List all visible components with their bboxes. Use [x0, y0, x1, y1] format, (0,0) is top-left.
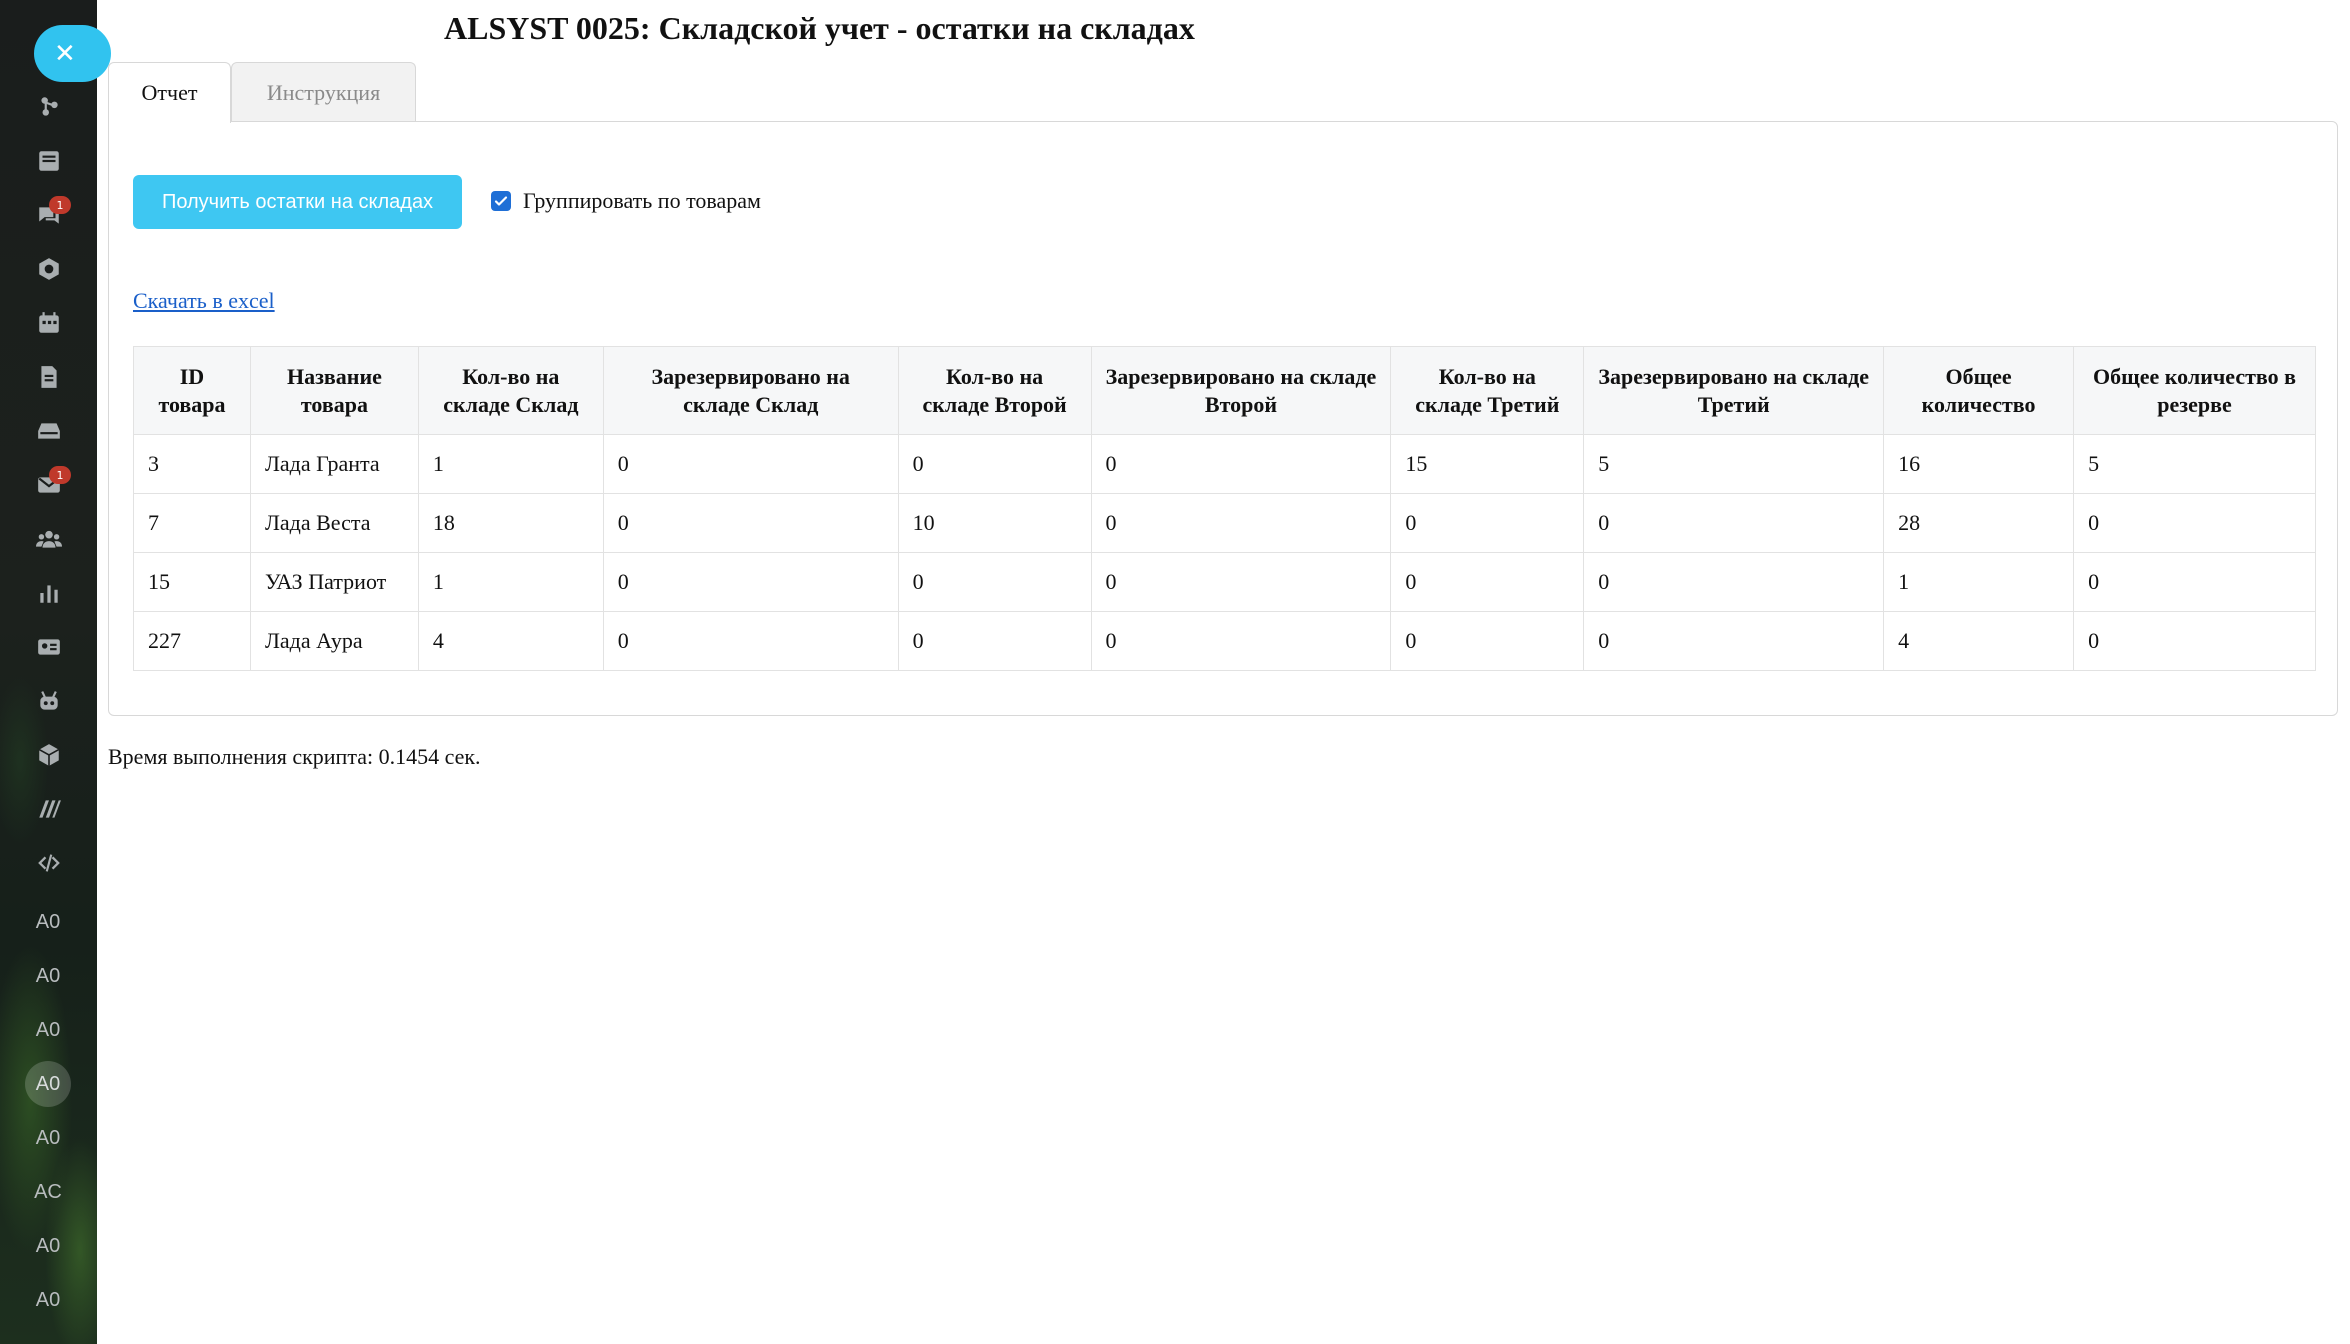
- sidebar-app-ac[interactable]: AC: [18, 1171, 78, 1213]
- table-row: 227 Лада Аура 4 0 0 0 0 0 4 0: [133, 611, 2316, 671]
- table-cell: 0: [1090, 552, 1392, 612]
- table-header-row: ID товара Название товара Кол-во на скла…: [133, 346, 2316, 435]
- mail-badge: 1: [49, 466, 71, 484]
- tab-report[interactable]: Отчет: [108, 62, 231, 123]
- column-header: Зарезервировано на складе Склад: [602, 346, 899, 435]
- table-cell: 0: [1090, 611, 1392, 671]
- column-header: Кол-во на складе Склад: [417, 346, 604, 435]
- download-excel-link[interactable]: Скачать в excel: [133, 288, 275, 314]
- table-cell: 0: [602, 552, 899, 612]
- table-cell: 0: [897, 434, 1092, 494]
- sidebar-app-a0-1[interactable]: A0: [18, 901, 78, 943]
- table-cell: 5: [2073, 434, 2316, 494]
- sidebar-app-a0-active[interactable]: A0: [25, 1061, 71, 1107]
- table-cell: 15: [1390, 434, 1585, 494]
- mail-icon[interactable]: 1: [25, 464, 73, 506]
- news-icon[interactable]: [25, 140, 73, 182]
- table-cell: 0: [1583, 611, 1885, 671]
- table-cell: 3: [133, 434, 251, 494]
- table-cell: 4: [417, 611, 604, 671]
- stock-table: ID товара Название товара Кол-во на скла…: [133, 346, 2316, 671]
- table-cell: 227: [133, 611, 251, 671]
- table-cell: 0: [2073, 611, 2316, 671]
- column-header: Кол-во на складе Третий: [1390, 346, 1585, 435]
- chat-badge: 1: [49, 196, 71, 214]
- calendar-icon[interactable]: [25, 302, 73, 344]
- robot-icon[interactable]: [25, 680, 73, 722]
- network-icon[interactable]: [25, 86, 73, 128]
- table-cell: 1: [417, 434, 604, 494]
- get-stock-button[interactable]: Получить остатки на складах: [133, 175, 462, 229]
- table-cell: 0: [1090, 493, 1392, 553]
- script-execution-time: Время выполнения скрипта: 0.1454 сек.: [108, 744, 481, 769]
- table-cell: 0: [1390, 493, 1585, 553]
- table-cell: 0: [602, 493, 899, 553]
- table-cell: 1: [1883, 552, 2075, 612]
- table-cell: 16: [1883, 434, 2075, 494]
- table-cell: Лада Веста: [249, 493, 419, 553]
- group-by-product-checkbox[interactable]: [491, 191, 511, 211]
- tab-instruction[interactable]: Инструкция: [231, 62, 416, 122]
- code-icon[interactable]: [25, 842, 73, 884]
- table-row: 3 Лада Гранта 1 0 0 0 15 5 16 5: [133, 434, 2316, 494]
- table-cell: Лада Аура: [249, 611, 419, 671]
- drive-icon[interactable]: [25, 410, 73, 452]
- marketplace-icon[interactable]: [25, 788, 73, 830]
- users-icon[interactable]: [25, 518, 73, 560]
- tab-bar: Отчет Инструкция: [108, 62, 416, 123]
- group-by-product-label: Группировать по товарам: [523, 188, 761, 213]
- left-sidebar: 1 1 A0 A0 A0 A0 A0 AC A0 A0: [0, 0, 97, 1344]
- table-cell: 0: [897, 611, 1092, 671]
- sidebar-app-a0-8[interactable]: A0: [18, 1279, 78, 1321]
- check-icon: [494, 196, 508, 206]
- table-cell: 0: [1583, 493, 1885, 553]
- column-header: Общее количество: [1883, 346, 2075, 435]
- table-cell: 28: [1883, 493, 2075, 553]
- sidebar-app-a0-7[interactable]: A0: [18, 1225, 78, 1267]
- chart-icon[interactable]: [25, 572, 73, 614]
- hexagon-icon[interactable]: [25, 248, 73, 290]
- table-cell: 15: [133, 552, 251, 612]
- document-icon[interactable]: [25, 356, 73, 398]
- table-cell: 0: [897, 552, 1092, 612]
- table-cell: 0: [2073, 493, 2316, 553]
- table-cell: УАЗ Патриот: [249, 552, 419, 612]
- table-cell: 0: [602, 434, 899, 494]
- sidebar-app-a0-5[interactable]: A0: [18, 1117, 78, 1159]
- table-cell: 0: [1390, 611, 1585, 671]
- chat-icon[interactable]: 1: [25, 194, 73, 236]
- close-icon: ✕: [54, 38, 76, 69]
- column-header: Зарезервировано на складе Третий: [1583, 346, 1885, 435]
- column-header: Зарезервировано на складе Второй: [1090, 346, 1392, 435]
- table-row: 7 Лада Веста 18 0 10 0 0 0 28 0: [133, 493, 2316, 553]
- column-header: Общее количество в резерве: [2073, 346, 2316, 435]
- table-cell: 0: [1583, 552, 1885, 612]
- page-title: ALSYST 0025: Складской учет - остатки на…: [444, 10, 1195, 46]
- table-cell: 4: [1883, 611, 2075, 671]
- table-cell: 5: [1583, 434, 1885, 494]
- close-button[interactable]: ✕: [34, 25, 111, 82]
- table-cell: 0: [1090, 434, 1392, 494]
- table-cell: Лада Гранта: [249, 434, 419, 494]
- id-card-icon[interactable]: [25, 626, 73, 668]
- table-cell: 1: [417, 552, 604, 612]
- column-header: Кол-во на складе Второй: [897, 346, 1092, 435]
- table-row: 15 УАЗ Патриот 1 0 0 0 0 0 1 0: [133, 552, 2316, 612]
- group-by-product-option[interactable]: Группировать по товарам: [491, 188, 761, 214]
- table-cell: 0: [602, 611, 899, 671]
- box-icon[interactable]: [25, 734, 73, 776]
- table-cell: 18: [417, 493, 604, 553]
- column-header: Название товара: [249, 346, 419, 435]
- sidebar-app-a0-2[interactable]: A0: [18, 955, 78, 997]
- table-cell: 0: [1390, 552, 1585, 612]
- table-cell: 0: [2073, 552, 2316, 612]
- table-cell: 10: [897, 493, 1092, 553]
- column-header: ID товара: [133, 346, 251, 435]
- table-cell: 7: [133, 493, 251, 553]
- sidebar-app-a0-3[interactable]: A0: [18, 1009, 78, 1051]
